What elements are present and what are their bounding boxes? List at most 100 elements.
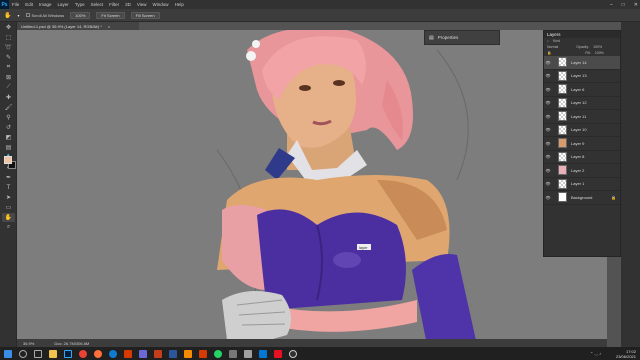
- layer-row[interactable]: 👁 Layer 8: [544, 151, 620, 164]
- eye-icon[interactable]: 👁: [544, 181, 552, 186]
- close-tab-icon[interactable]: ×: [108, 24, 110, 29]
- firefox-icon[interactable]: [94, 349, 102, 358]
- eye-icon[interactable]: 👁: [544, 73, 552, 78]
- close-button[interactable]: ✕: [634, 2, 638, 8]
- foreground-color-swatch[interactable]: [4, 156, 12, 164]
- app-icon[interactable]: [259, 349, 267, 358]
- gradient-tool-icon[interactable]: ▤: [2, 143, 15, 152]
- eye-icon[interactable]: 👁: [544, 168, 552, 173]
- edge-icon[interactable]: [109, 349, 117, 358]
- scroll-all-checkbox[interactable]: Scroll All Windows: [25, 13, 64, 18]
- quick-select-tool-icon[interactable]: ✎: [2, 53, 15, 62]
- layer-row[interactable]: 👁 Background 🔒: [544, 191, 620, 205]
- app-icon[interactable]: [229, 349, 237, 358]
- crop-tool-icon[interactable]: ⌗: [2, 63, 15, 72]
- eyedropper-tool-icon[interactable]: ⟋: [2, 83, 15, 92]
- app-icon[interactable]: [139, 349, 147, 358]
- layers-panel-header[interactable]: Layers: [544, 31, 620, 38]
- eye-icon[interactable]: 👁: [544, 87, 552, 92]
- layer-thumbnail: [558, 151, 567, 162]
- minimize-button[interactable]: –: [610, 2, 613, 8]
- document-tab[interactable]: Untitled-1.psd @ 36.9% (Layer 14, RGB/8#…: [17, 22, 139, 30]
- opacity-input[interactable]: 100%: [593, 45, 602, 49]
- layer-name: Background: [571, 194, 593, 200]
- eye-icon[interactable]: 👁: [544, 195, 552, 200]
- search-icon[interactable]: [19, 349, 27, 358]
- maximize-button[interactable]: □: [622, 2, 625, 8]
- menu-file[interactable]: File: [9, 2, 22, 7]
- layer-row[interactable]: 👁 Layer 14: [544, 56, 620, 70]
- chrome-icon[interactable]: [79, 349, 87, 358]
- menu-select[interactable]: Select: [88, 2, 107, 7]
- layer-row[interactable]: 👁 Layer 9: [544, 137, 620, 151]
- menu-layer[interactable]: Layer: [55, 2, 72, 7]
- task-view-icon[interactable]: [34, 349, 42, 358]
- hand-tool-icon[interactable]: ✋: [2, 213, 15, 222]
- pen-tool-icon[interactable]: ✒: [2, 173, 15, 182]
- fit-screen-button[interactable]: Fit Screen: [96, 11, 125, 19]
- fill-input[interactable]: 100%: [595, 51, 604, 55]
- app-icon[interactable]: [244, 349, 252, 358]
- layer-row[interactable]: 👁 Layer 1: [544, 178, 620, 191]
- file-explorer-icon[interactable]: [49, 349, 57, 358]
- app-icon[interactable]: [199, 349, 207, 358]
- filter-search-icon[interactable]: ⌕: [547, 39, 549, 43]
- frame-tool-icon[interactable]: ⊠: [2, 73, 15, 82]
- eye-icon[interactable]: 👁: [544, 114, 552, 119]
- kind-filter-select[interactable]: Kind: [553, 39, 560, 43]
- menu-window[interactable]: Window: [150, 2, 172, 7]
- layer-row[interactable]: 👁 Layer 12: [544, 97, 620, 110]
- menu-3d[interactable]: 3D: [122, 2, 134, 7]
- menu-edit[interactable]: Edit: [22, 2, 36, 7]
- menu-type[interactable]: Type: [72, 2, 88, 7]
- eye-icon[interactable]: 👁: [544, 100, 552, 105]
- vlc-icon[interactable]: [184, 349, 192, 358]
- app-icon[interactable]: [154, 349, 162, 358]
- layer-row[interactable]: 👁 Layer 13: [544, 70, 620, 83]
- tool-preset-chevron-icon[interactable]: ▾: [17, 13, 19, 18]
- menu-help[interactable]: Help: [172, 2, 187, 7]
- blend-mode-select[interactable]: Normal: [547, 45, 558, 49]
- canvas-area[interactable]: layer: [17, 30, 607, 345]
- zoom-level[interactable]: 36.9%: [23, 341, 34, 346]
- tray-icons[interactable]: ⌃ ◡ ♪: [590, 347, 601, 360]
- lasso-tool-icon[interactable]: ➰: [2, 43, 15, 52]
- healing-brush-icon[interactable]: ✚: [2, 93, 15, 102]
- network-icon[interactable]: ⌃ ◡ ♪: [590, 351, 601, 356]
- eye-icon[interactable]: 👁: [544, 60, 552, 65]
- app-icon[interactable]: [274, 349, 282, 358]
- path-select-icon[interactable]: ➤: [2, 193, 15, 202]
- photoshop-taskbar-icon[interactable]: [64, 349, 72, 358]
- type-tool-icon[interactable]: T: [2, 183, 15, 192]
- windows-start-icon[interactable]: [4, 349, 12, 358]
- fill-screen-button[interactable]: Fill Screen: [130, 11, 160, 19]
- obs-icon[interactable]: [289, 349, 297, 358]
- layer-row[interactable]: 👁 Layer 6: [544, 83, 620, 97]
- layer-row[interactable]: 👁 Layer 2: [544, 164, 620, 178]
- app-icon[interactable]: [124, 349, 132, 358]
- eraser-tool-icon[interactable]: ◩: [2, 133, 15, 142]
- zoom-100-button[interactable]: 100%: [70, 11, 91, 19]
- eye-icon[interactable]: 👁: [544, 141, 552, 146]
- shape-tool-icon[interactable]: ▭: [2, 203, 15, 212]
- eye-icon[interactable]: 👁: [544, 127, 552, 132]
- brush-tool-icon[interactable]: 🖌: [2, 103, 15, 112]
- layer-row[interactable]: 👁 Layer 10: [544, 124, 620, 137]
- properties-panel[interactable]: ▤ Properties: [424, 30, 500, 45]
- history-brush-icon[interactable]: ↺: [2, 123, 15, 132]
- move-tool-icon[interactable]: ✥: [2, 23, 15, 32]
- lock-icon[interactable]: 🔒: [547, 51, 551, 55]
- menu-image[interactable]: Image: [36, 2, 55, 7]
- layer-row[interactable]: 👁 Layer 11: [544, 110, 620, 124]
- app-icon[interactable]: [169, 349, 177, 358]
- hand-tool-icon[interactable]: ✋: [4, 12, 11, 19]
- eye-icon[interactable]: 👁: [544, 154, 552, 159]
- system-clock[interactable]: 17:02 23/06/2021: [616, 347, 636, 360]
- layer-name: Layer 9: [571, 140, 585, 146]
- whatsapp-icon[interactable]: [214, 349, 222, 358]
- menu-view[interactable]: View: [134, 2, 150, 7]
- marquee-tool-icon[interactable]: ⬚: [2, 33, 15, 42]
- menu-filter[interactable]: Filter: [106, 2, 122, 7]
- zoom-tool-icon[interactable]: ⌕: [2, 223, 15, 232]
- clone-stamp-icon[interactable]: ⚲: [2, 113, 15, 122]
